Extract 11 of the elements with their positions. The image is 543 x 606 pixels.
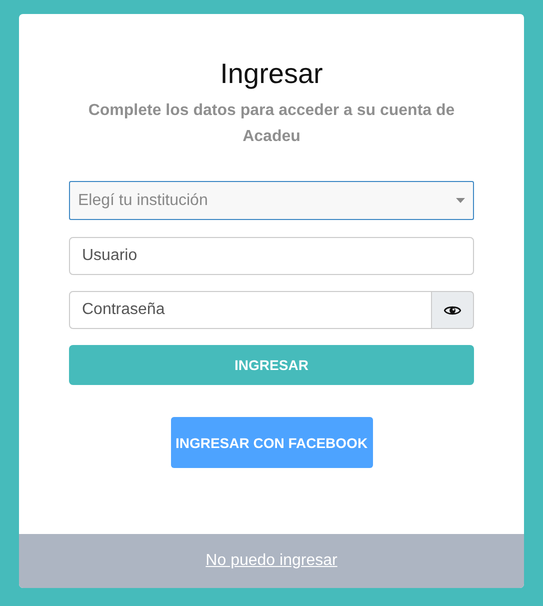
eye-icon <box>444 304 461 316</box>
facebook-login-button[interactable]: INGRESAR CON FACEBOOK <box>170 417 372 468</box>
page-title: Ingresar <box>220 58 323 90</box>
cannot-login-link[interactable]: No puedo ingresar <box>206 552 338 570</box>
subtitle: Complete los datos para acceder a su cuenta de Acadeu <box>87 101 456 147</box>
password-field[interactable]: Contraseña <box>69 291 432 329</box>
username-field[interactable]: Usuario <box>69 237 474 275</box>
show-password-button[interactable] <box>432 291 474 329</box>
institution-select[interactable]: Elegí tu institución <box>69 181 474 220</box>
login-button[interactable]: INGRESAR <box>69 345 474 385</box>
caret-icon <box>456 198 465 203</box>
